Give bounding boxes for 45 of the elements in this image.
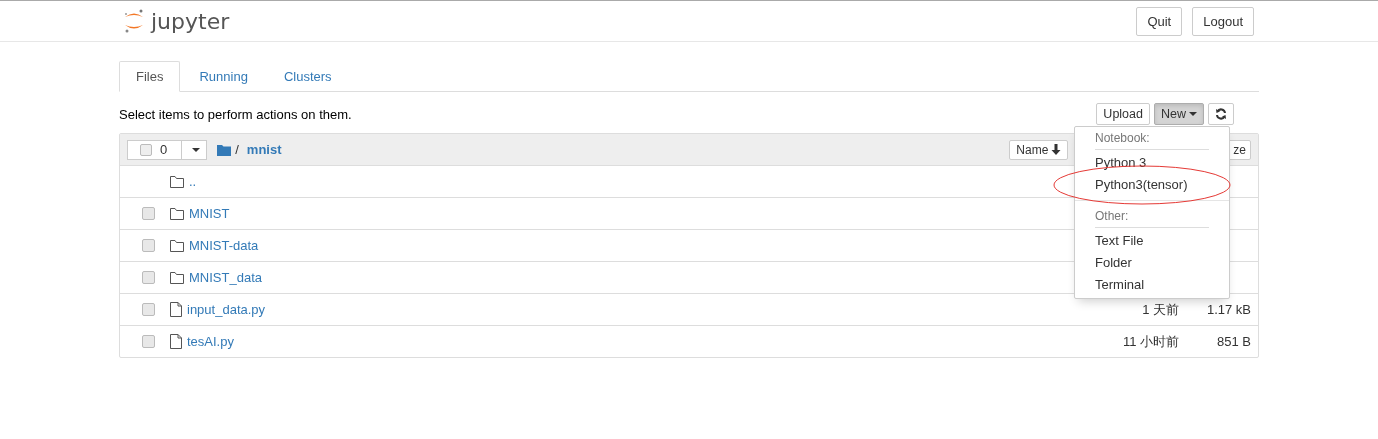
tab[interactable]: Running	[182, 61, 265, 92]
new-button[interactable]: New	[1154, 103, 1204, 125]
folder-icon	[217, 143, 232, 156]
upload-button[interactable]: Upload	[1096, 103, 1150, 125]
header-button[interactable]: Quit	[1136, 6, 1183, 36]
file-icon	[170, 302, 182, 317]
menu-header: Other:	[1095, 207, 1209, 228]
file-size: 1.17 kB	[1205, 302, 1251, 317]
select-all-checkbox[interactable]: 0	[127, 139, 183, 160]
row-checkbox[interactable]	[142, 239, 155, 252]
row-checkbox[interactable]	[142, 271, 155, 284]
folder-icon	[170, 207, 184, 220]
file-size: 851 B	[1216, 334, 1251, 349]
path-separator: /	[235, 142, 239, 157]
jupyter-logo-icon	[123, 7, 145, 35]
modified-time: 11 小时前	[1121, 332, 1179, 351]
select-dropdown[interactable]	[182, 139, 208, 160]
menu-item[interactable]: Text File	[1075, 230, 1229, 252]
row-checkbox[interactable]	[142, 303, 155, 316]
file-link[interactable]: ..	[189, 174, 197, 189]
menu-header: Notebook:	[1095, 129, 1209, 150]
folder-icon	[170, 239, 184, 252]
breadcrumb-link[interactable]: mnist	[246, 142, 282, 157]
logo-text[interactable]: jupyter	[151, 8, 230, 34]
row-checkbox[interactable]	[142, 335, 155, 348]
tab[interactable]: Clusters	[266, 61, 349, 92]
tab[interactable]: Files	[119, 61, 181, 92]
down-arrow-icon	[1051, 144, 1062, 155]
sort-name-button[interactable]: Name	[1009, 139, 1069, 160]
folder-icon	[170, 175, 184, 188]
file-icon	[170, 334, 182, 349]
file-link[interactable]: MNIST_data	[189, 270, 262, 285]
menu-item[interactable]: Terminal	[1075, 274, 1229, 296]
file-link[interactable]: MNIST	[189, 206, 230, 221]
folder-icon	[170, 271, 184, 284]
file-link[interactable]: tesAI.py	[187, 334, 234, 349]
refresh-button[interactable]	[1208, 103, 1234, 125]
refresh-icon	[1215, 108, 1227, 120]
file-link[interactable]: input_data.py	[187, 302, 266, 317]
file-link[interactable]: MNIST-data	[189, 238, 259, 253]
hint-text: Select items to perform actions on them.	[119, 106, 352, 122]
header-button[interactable]: Logout	[1192, 6, 1254, 36]
modified-time: 1 天前	[1141, 300, 1179, 319]
menu-item[interactable]: Folder	[1075, 252, 1229, 274]
row-checkbox[interactable]	[142, 207, 155, 220]
